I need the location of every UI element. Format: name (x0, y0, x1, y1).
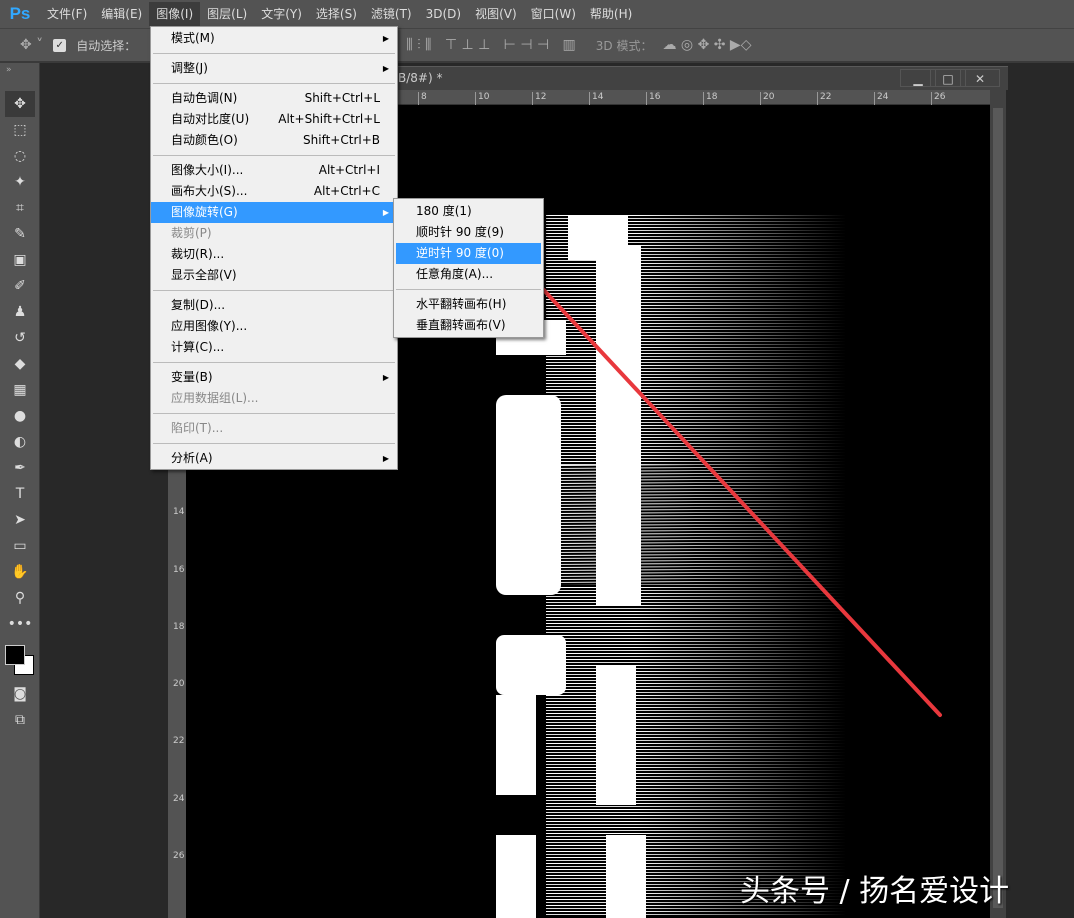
rotate-90-ccw[interactable]: 逆时针 90 度(0) (396, 243, 541, 264)
menu-item-analysis[interactable]: 分析(A)▶ (151, 448, 397, 469)
menu-item-calculations[interactable]: 计算(C)... (151, 337, 397, 358)
menu-item-trap: 陷印(T)... (151, 418, 397, 439)
menu-item-canvas-size[interactable]: 画布大小(S)...Alt+Ctrl+C (151, 181, 397, 202)
menu-item-adjustments[interactable]: 调整(J)▶ (151, 58, 397, 79)
menu-item-image-rotation[interactable]: 图像旋转(G)▶ (151, 202, 397, 223)
menu-item-variables[interactable]: 变量(B)▶ (151, 367, 397, 388)
rotate-90-cw[interactable]: 顺时针 90 度(9) (396, 222, 541, 243)
flip-canvas-horizontal[interactable]: 水平翻转画布(H) (396, 294, 541, 315)
rotate-arbitrary[interactable]: 任意角度(A)... (396, 264, 541, 285)
watermark: 头条号 / 扬名爱设计 (740, 866, 1009, 910)
image-rotation-submenu: 180 度(1) 顺时针 90 度(9) 逆时针 90 度(0) 任意角度(A)… (393, 198, 544, 338)
menu-item-crop: 裁剪(P) (151, 223, 397, 244)
menu-item-reveal-all[interactable]: 显示全部(V) (151, 265, 397, 286)
image-menu-dropdown: 模式(M)▶ 调整(J)▶ 自动色调(N)Shift+Ctrl+L 自动对比度(… (150, 26, 398, 470)
menu-item-auto-tone[interactable]: 自动色调(N)Shift+Ctrl+L (151, 88, 397, 109)
menu-item-image-size[interactable]: 图像大小(I)...Alt+Ctrl+I (151, 160, 397, 181)
menu-item-trim[interactable]: 裁切(R)... (151, 244, 397, 265)
menu-item-apply-dataset: 应用数据组(L)... (151, 388, 397, 409)
menu-item-duplicate[interactable]: 复制(D)... (151, 295, 397, 316)
menu-item-auto-contrast[interactable]: 自动对比度(U)Alt+Shift+Ctrl+L (151, 109, 397, 130)
menu-item-mode[interactable]: 模式(M)▶ (151, 28, 397, 49)
menu-item-apply-image[interactable]: 应用图像(Y)... (151, 316, 397, 337)
rotate-180[interactable]: 180 度(1) (396, 201, 541, 222)
menu-item-auto-color[interactable]: 自动颜色(O)Shift+Ctrl+B (151, 130, 397, 151)
flip-canvas-vertical[interactable]: 垂直翻转画布(V) (396, 315, 541, 336)
